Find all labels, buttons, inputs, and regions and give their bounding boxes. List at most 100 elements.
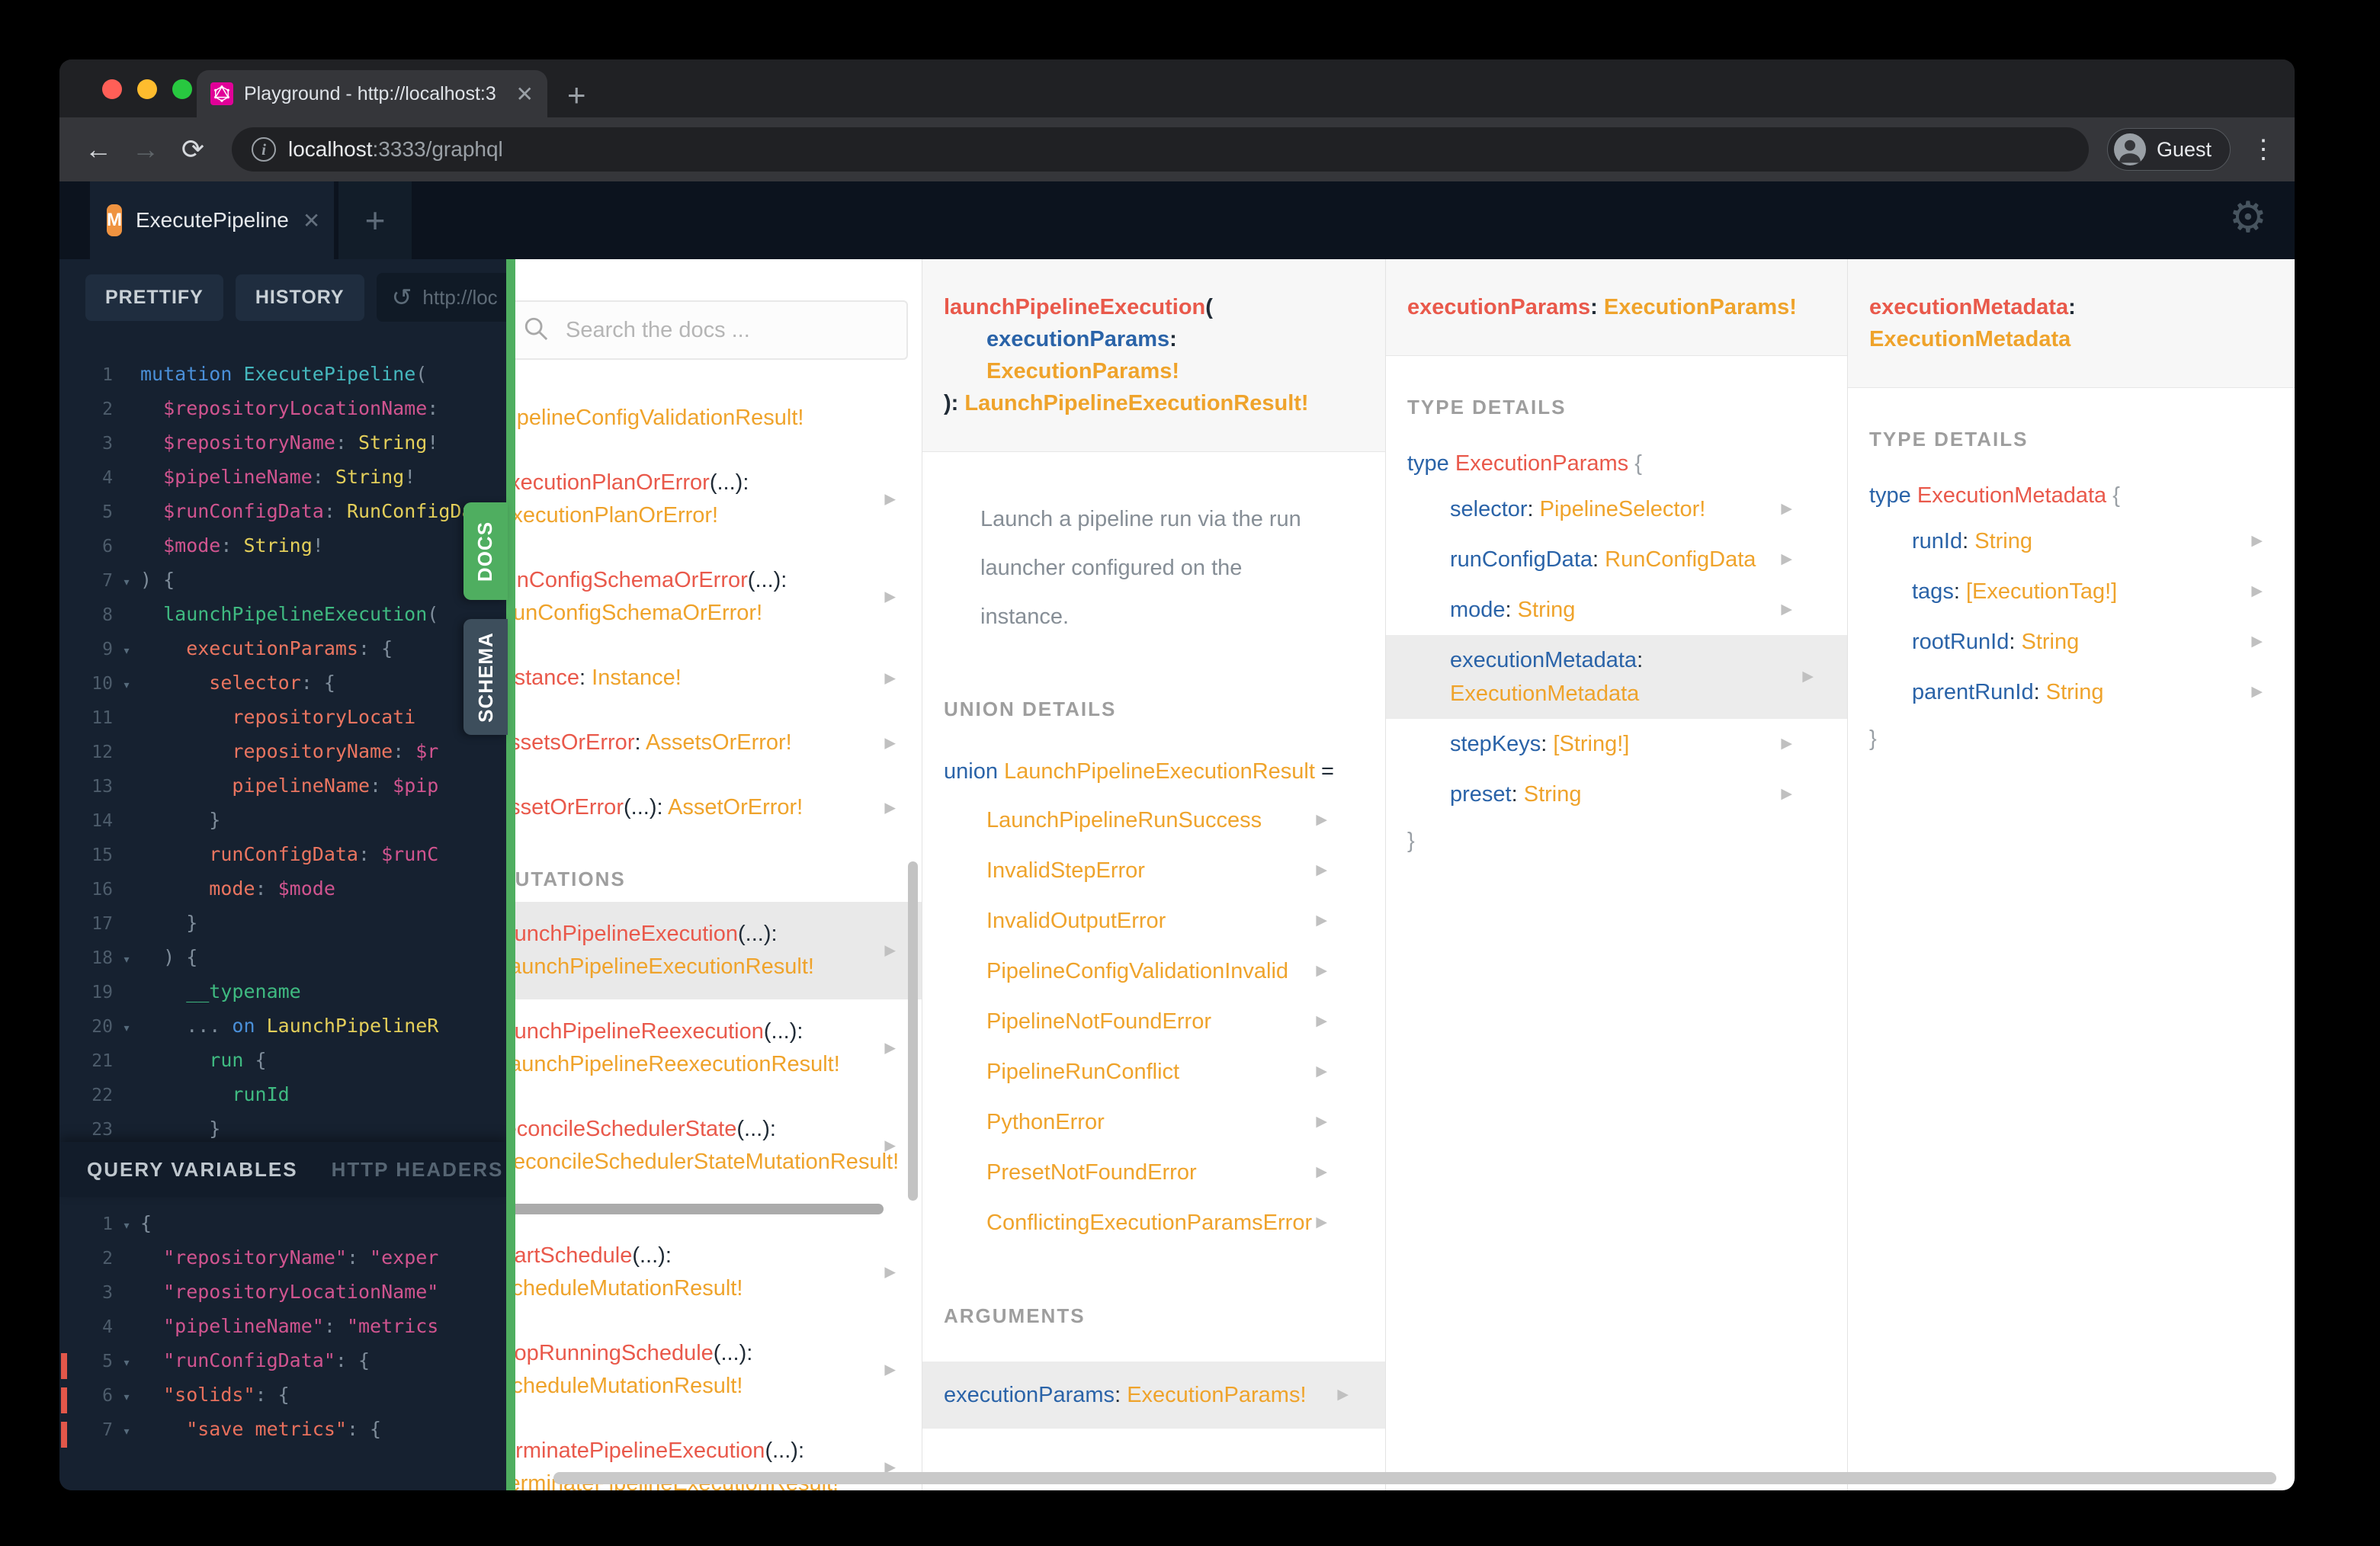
editor-line[interactable]: 14 } xyxy=(59,809,506,843)
profile-chip[interactable]: Guest xyxy=(2106,128,2231,171)
argument-item[interactable]: executionParams: ExecutionParams! ▶ xyxy=(922,1362,1385,1429)
back-icon[interactable]: ← xyxy=(78,133,119,165)
union-member-item[interactable]: PipelineNotFoundError ▶ xyxy=(944,996,1364,1047)
doc-field-item[interactable]: launchPipelineReexecution(...): LaunchPip… xyxy=(515,999,922,1097)
editor-line[interactable]: 4 $pipelineName: String! xyxy=(59,466,506,500)
search-input[interactable] xyxy=(564,316,888,344)
fold-toggle-icon[interactable]: ▾ xyxy=(113,574,140,590)
tab-close-icon[interactable]: ✕ xyxy=(516,82,534,107)
settings-gear-icon[interactable]: ⚙ xyxy=(2229,192,2267,242)
expand-arrow-icon[interactable]: ▶ xyxy=(2251,575,2263,608)
type-field-item[interactable]: selector: PipelineSelector! ▶ xyxy=(1407,484,1826,534)
editor-line[interactable]: 23 } xyxy=(59,1118,506,1142)
editor-line[interactable]: 11 repositoryLocati xyxy=(59,706,506,740)
editor-line[interactable]: 7 ▾) { xyxy=(59,569,506,603)
expand-arrow-icon[interactable]: ▶ xyxy=(884,581,896,614)
expand-arrow-icon[interactable]: ▶ xyxy=(884,935,896,967)
editor-line[interactable]: 15 runConfigData: $runC xyxy=(59,843,506,877)
expand-arrow-icon[interactable]: ▶ xyxy=(884,483,896,516)
url-bar[interactable]: i localhost:3333/graphql xyxy=(232,127,2089,172)
union-member-item[interactable]: PythonError ▶ xyxy=(944,1097,1364,1147)
fold-toggle-icon[interactable]: ▾ xyxy=(113,1217,140,1233)
docs-side-tab[interactable]: DOCS xyxy=(463,502,508,600)
doc-field-item[interactable]: reconcileSchedulerState(...): ReconcileSc… xyxy=(515,1097,922,1195)
fold-toggle-icon[interactable]: ▾ xyxy=(113,951,140,967)
http-headers-tab[interactable]: HTTP HEADERS xyxy=(332,1158,504,1182)
editor-line[interactable]: 21 run { xyxy=(59,1049,506,1083)
expand-arrow-icon[interactable]: ▶ xyxy=(1781,778,1792,811)
expand-arrow-icon[interactable]: ▶ xyxy=(884,662,896,694)
expand-arrow-icon[interactable]: ▶ xyxy=(1316,1198,1327,1248)
expand-arrow-icon[interactable]: ▶ xyxy=(884,1354,896,1387)
expand-arrow-icon[interactable]: ▶ xyxy=(1316,896,1327,946)
docs-drag-handle[interactable]: DOCS SCHEMA xyxy=(463,259,515,1490)
editor-line[interactable]: 6 ▾ "solids": { xyxy=(59,1384,506,1418)
union-member-item[interactable]: ConflictingExecutionParamsError ▶ xyxy=(944,1198,1364,1248)
expand-arrow-icon[interactable]: ▶ xyxy=(1802,660,1814,694)
expand-arrow-icon[interactable]: ▶ xyxy=(884,1032,896,1065)
column-horizontal-scrollbar[interactable] xyxy=(515,1204,884,1214)
editor-line[interactable]: 13 pipelineName: $pip xyxy=(59,775,506,809)
column-vertical-scrollbar[interactable] xyxy=(908,861,918,1201)
expand-arrow-icon[interactable]: ▶ xyxy=(1781,543,1792,576)
expand-arrow-icon[interactable]: ▶ xyxy=(884,1256,896,1289)
browser-tab[interactable]: Playground - http://localhost:3 ✕ xyxy=(197,70,547,117)
editor-line[interactable]: 5 ▾ "runConfigData": { xyxy=(59,1349,506,1384)
union-member-item[interactable]: PipelineRunConflict ▶ xyxy=(944,1047,1364,1097)
expand-arrow-icon[interactable]: ▶ xyxy=(884,726,896,759)
editor-line[interactable]: 17 } xyxy=(59,912,506,946)
fold-toggle-icon[interactable]: ▾ xyxy=(113,1355,140,1371)
editor-line[interactable]: 6 $mode: String! xyxy=(59,534,506,569)
editor-line[interactable]: 12 repositoryName: $r xyxy=(59,740,506,775)
expand-arrow-icon[interactable]: ▶ xyxy=(2251,675,2263,709)
maximize-window-button[interactable] xyxy=(172,79,192,99)
type-field-item[interactable]: tags: [ExecutionTag!] ▶ xyxy=(1869,566,2273,617)
type-field-item[interactable]: executionMetadata: ExecutionMetadata ▶ xyxy=(1386,635,1847,719)
browser-menu-icon[interactable]: ⋮ xyxy=(2250,134,2276,165)
new-tab-button[interactable]: + xyxy=(567,79,586,111)
editor-line[interactable]: 3 "repositoryLocationName" xyxy=(59,1281,506,1315)
site-info-icon[interactable]: i xyxy=(252,137,276,162)
url-text[interactable]: localhost:3333/graphql xyxy=(288,137,503,162)
type-field-item[interactable]: runConfigData: RunConfigData ▶ xyxy=(1407,534,1826,585)
schema-side-tab[interactable]: SCHEMA xyxy=(463,619,508,735)
fold-toggle-icon[interactable]: ▾ xyxy=(113,1389,140,1405)
prettify-button[interactable]: PRETTIFY xyxy=(85,274,223,321)
expand-arrow-icon[interactable]: ▶ xyxy=(1316,795,1327,845)
expand-arrow-icon[interactable]: ▶ xyxy=(1781,593,1792,627)
editor-line[interactable]: 22 runId xyxy=(59,1083,506,1118)
union-member-item[interactable]: InvalidStepError ▶ xyxy=(944,845,1364,896)
expand-arrow-icon[interactable]: ▶ xyxy=(1316,1147,1327,1198)
expand-arrow-icon[interactable]: ▶ xyxy=(1337,1378,1349,1412)
expand-arrow-icon[interactable]: ▶ xyxy=(1781,492,1792,526)
expand-arrow-icon[interactable]: ▶ xyxy=(1316,996,1327,1047)
fold-toggle-icon[interactable]: ▾ xyxy=(113,677,140,693)
editor-line[interactable]: 16 mode: $mode xyxy=(59,877,506,912)
doc-field-item[interactable]: runConfigSchemaOrError(...): RunConfigSch… xyxy=(515,548,922,646)
close-window-button[interactable] xyxy=(102,79,122,99)
expand-arrow-icon[interactable]: ▶ xyxy=(1316,845,1327,896)
docs-horizontal-scrollbar[interactable] xyxy=(553,1472,2276,1484)
add-query-tab-button[interactable]: + xyxy=(338,181,412,259)
type-field-item[interactable]: stepKeys: [String!] ▶ xyxy=(1407,719,1826,769)
expand-arrow-icon[interactable]: ▶ xyxy=(1781,727,1792,761)
doc-field-item[interactable]: instance: Instance!▶ xyxy=(515,646,922,710)
editor-line[interactable]: 10 ▾ selector: { xyxy=(59,672,506,706)
editor-line[interactable]: 19 __typename xyxy=(59,980,506,1015)
editor-line[interactable]: 18 ▾ ) { xyxy=(59,946,506,980)
editor-line[interactable]: 2 "repositoryName": "exper xyxy=(59,1246,506,1281)
editor-line[interactable]: 3 $repositoryName: String! xyxy=(59,431,506,466)
editor-line[interactable]: 4 "pipelineName": "metrics xyxy=(59,1315,506,1349)
query-editor[interactable]: 1 mutation ExecutePipeline(2 $repositoryL… xyxy=(59,335,506,1142)
variables-editor[interactable]: 1 ▾{2 "repositoryName": "exper 3 "reposito… xyxy=(59,1197,506,1490)
type-field-item[interactable]: preset: String ▶ xyxy=(1407,769,1826,820)
doc-field-item[interactable]: launchPipelineExecution(...): LaunchPipel… xyxy=(515,902,922,999)
type-field-item[interactable]: runId: String ▶ xyxy=(1869,516,2273,566)
editor-line[interactable]: 1 ▾{ xyxy=(59,1212,506,1246)
expand-arrow-icon[interactable]: ▶ xyxy=(884,1130,896,1163)
doc-field-item[interactable]: assetOrError(...): AssetOrError!▶ xyxy=(515,775,922,840)
doc-field-item[interactable]: startSchedule(...): ScheduleMutationResul… xyxy=(515,1224,922,1321)
editor-line[interactable]: 9 ▾ executionParams: { xyxy=(59,637,506,672)
doc-field-item[interactable]: assetsOrError: AssetsOrError!▶ xyxy=(515,710,922,775)
history-button[interactable]: HISTORY xyxy=(235,274,364,321)
